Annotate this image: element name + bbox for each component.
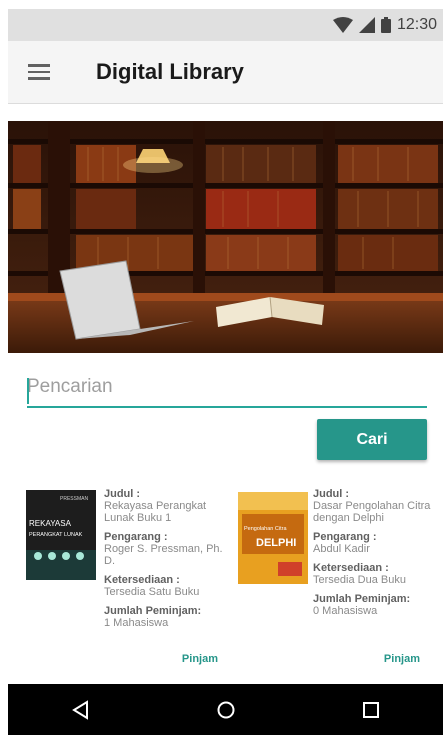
pengarang-label: Pengarang : [313,531,377,543]
book-info: Judul : Dasar Pengolahan Citra dengan Del… [313,488,438,624]
cover-title: Pengolahan Citra [244,526,287,532]
status-time: 12:30 [396,16,437,33]
app-title: Digital Library [96,59,244,84]
home-icon[interactable] [196,688,256,732]
borrower-count: 1 Mahasiswa [104,617,169,629]
book-title: Dasar Pengolahan Citra dengan Delphi [313,500,431,524]
jumlah-peminjam-label: Jumlah Peminjam: [104,605,202,617]
system-nav-bar [8,684,443,735]
library-illustration [8,121,443,353]
recents-icon[interactable] [341,688,401,732]
status-bar: 12:30 [8,9,443,41]
library-hero-image [8,121,443,353]
judul-label: Judul : [313,488,350,500]
book-card: REKAYASA PERANGKAT LUNAK PRESSMAN Judul … [26,488,226,673]
ketersediaan-label: Ketersediaan : [104,574,180,586]
book-card: Pengolahan Citra DELPHI Judul : Dasar Pen… [238,488,438,673]
book-cover-image[interactable]: REKAYASA PERANGKAT LUNAK PRESSMAN [26,490,96,580]
book-info: Judul : Rekayasa Perangkat Lunak Buku 1 P… [104,488,229,636]
book-availability: Tersedia Satu Buku [104,586,200,598]
judul-label: Judul : [104,488,141,500]
svg-text:PERANGKAT LUNAK: PERANGKAT LUNAK [29,532,83,538]
cover-title: REKAYASA [29,519,72,528]
search-button[interactable]: Cari [317,419,427,460]
book-author: Abdul Kadir [313,543,370,555]
wifi-icon [332,17,353,33]
search-field[interactable] [27,372,427,412]
hamburger-menu-icon[interactable] [28,54,64,90]
book-cover-image[interactable]: Pengolahan Citra DELPHI [238,492,308,584]
back-icon[interactable] [51,688,111,732]
borrow-button[interactable]: Pinjam [384,653,420,665]
ketersediaan-label: Ketersediaan : [313,562,389,574]
cover-author: PRESSMAN [60,496,88,502]
book-title: Rekayasa Perangkat Lunak Buku 1 [104,500,207,524]
borrow-button[interactable]: Pinjam [182,653,218,665]
search-input[interactable] [27,372,427,408]
borrower-count: 0 Mahasiswa [313,605,378,617]
pengarang-label: Pengarang : [104,531,168,543]
battery-icon [380,17,391,33]
book-availability: Tersedia Dua Buku [313,574,406,586]
signal-icon [358,17,375,33]
app-bar: Digital Library [8,41,443,104]
jumlah-peminjam-label: Jumlah Peminjam: [313,593,411,605]
book-author: Roger S. Pressman, Ph. D. [104,543,223,567]
text-cursor [27,378,29,404]
svg-text:DELPHI: DELPHI [256,537,296,549]
